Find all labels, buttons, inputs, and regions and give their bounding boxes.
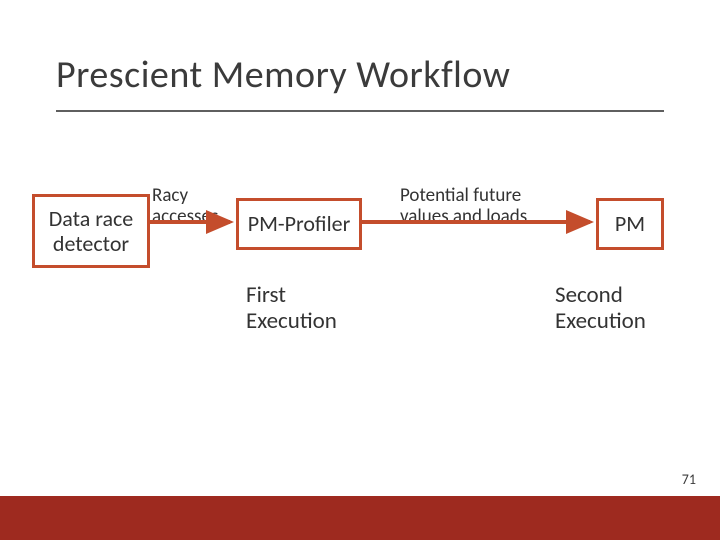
arrow-label-potential-future: Potential future values and loads (400, 186, 570, 228)
arrow-label-racy-accesses: Racy accesses (152, 186, 232, 228)
label-first-execution: First Execution (246, 282, 366, 335)
title-underline (56, 110, 664, 112)
box-data-race-detector: Data race detector (32, 194, 150, 268)
label-second-execution: Second Execution (555, 282, 675, 335)
slide: Prescient Memory Workflow Data race dete… (0, 0, 720, 540)
page-number: 71 (682, 471, 696, 488)
bottom-bar (0, 496, 720, 540)
box-pm-profiler: PM-Profiler (236, 198, 362, 250)
page-title: Prescient Memory Workflow (56, 52, 510, 98)
box-pm: PM (596, 198, 664, 250)
